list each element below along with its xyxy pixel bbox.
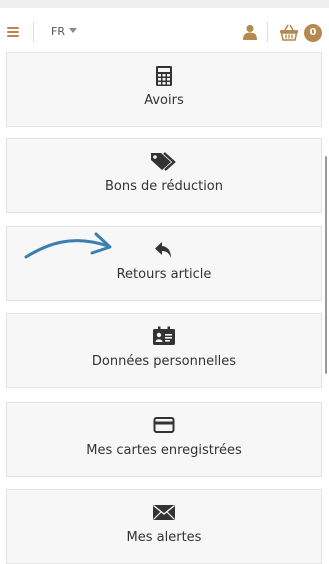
menu-icon[interactable] [7, 27, 19, 37]
divider [33, 22, 34, 42]
tags-icon [151, 152, 176, 171]
language-selector[interactable]: FR [51, 25, 65, 38]
caret-down-icon[interactable] [69, 28, 77, 33]
tile-mes-alertes[interactable]: Mes alertes [6, 489, 322, 564]
tile-label: Mes alertes [126, 530, 202, 545]
envelope-icon [153, 504, 175, 520]
user-icon[interactable] [242, 24, 258, 40]
calculator-icon [156, 66, 172, 86]
tile-avoirs[interactable]: Avoirs [6, 52, 322, 127]
scrollbar[interactable] [325, 156, 327, 374]
tile-label: Bons de réduction [105, 179, 223, 194]
basket-icon[interactable] [279, 24, 299, 41]
tile-label: Données personnelles [91, 354, 237, 369]
id-card-icon [153, 326, 175, 345]
annotation-arrow-icon [24, 232, 112, 259]
divider [267, 22, 268, 42]
reply-icon [155, 242, 171, 258]
tile-bons-de-reduction[interactable]: Bons de réduction [6, 138, 322, 213]
tile-label: Avoirs [144, 93, 184, 108]
cart-count-badge[interactable]: 0 [304, 24, 322, 42]
tile-label: Mes cartes enregistrées [86, 443, 242, 458]
top-bar: FR 0 [0, 0, 329, 47]
tile-mes-cartes-enregistrees[interactable]: Mes cartes enregistrées [6, 402, 322, 477]
credit-card-icon [153, 417, 175, 433]
tile-donnees-personnelles[interactable]: Données personnelles [6, 313, 322, 388]
tile-label: Retours article [116, 267, 212, 282]
